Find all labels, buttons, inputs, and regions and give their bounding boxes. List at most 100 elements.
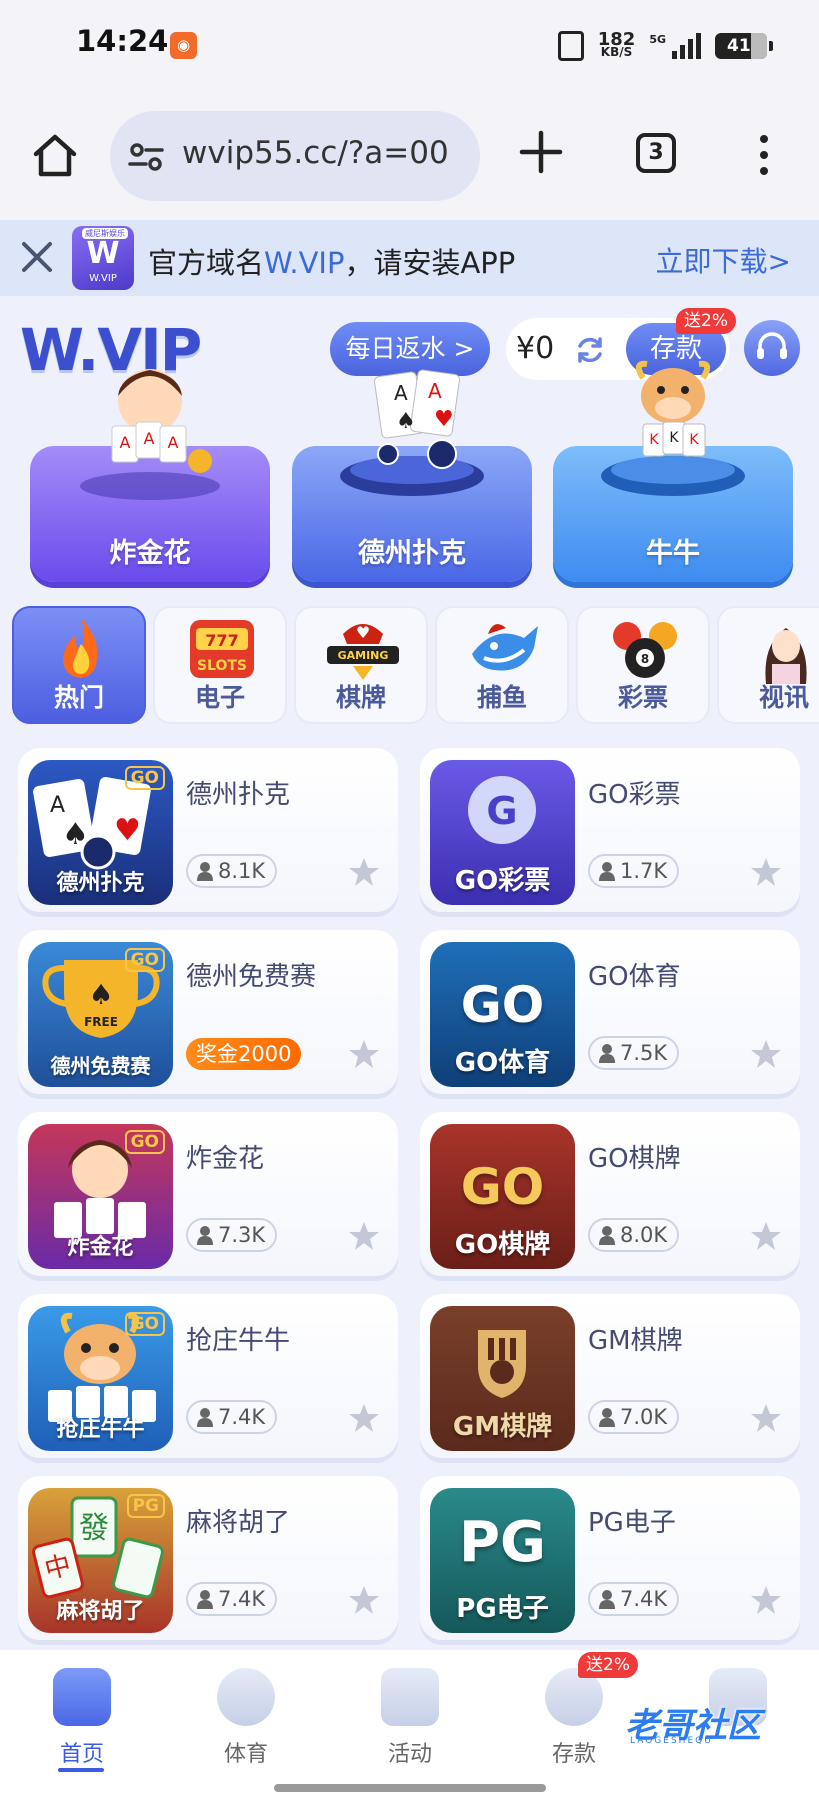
thumbnail-label: 抢庄牛牛: [56, 1417, 145, 1442]
user-icon: [197, 862, 213, 881]
game-name: GO彩票: [588, 780, 681, 810]
player-count: 8.0K: [588, 1218, 680, 1252]
game-name: 德州免费赛: [186, 962, 317, 992]
thumbnail-label: 德州扑克: [56, 871, 145, 896]
url-text[interactable]: wvip55.cc/?a=00: [182, 135, 472, 171]
game-thumbnail: GM棋牌: [430, 1306, 575, 1451]
svg-text:K: K: [669, 430, 679, 446]
game-name: GO棋牌: [588, 1144, 681, 1174]
featured-card-texas-holdem[interactable]: A A ♠ ♥ 德州扑克: [292, 369, 532, 582]
featured-label: 德州扑克: [358, 538, 466, 569]
tab-lottery[interactable]: 8 彩票: [576, 606, 710, 724]
watermark-logo: 老哥社区 LAOGESHEQU: [625, 1706, 761, 1746]
sports-ball-icon: [217, 1668, 275, 1726]
download-now-link[interactable]: 立即下载>: [656, 240, 791, 280]
game-card-texas-holdem[interactable]: A ♠ ♥ GO 德州扑克 德州扑克 8.1K: [18, 748, 398, 912]
game-card-mahjong-ways[interactable]: 發 中 PG 麻将胡了 麻将胡了 7.4K: [18, 1476, 398, 1640]
nav-home[interactable]: 首页: [22, 1660, 142, 1780]
game-card-zhajinhua[interactable]: GO 炸金花 炸金花 7.3K: [18, 1112, 398, 1276]
favorite-star-icon[interactable]: [750, 1584, 782, 1616]
tab-slots[interactable]: 777 SLOTS 电子: [153, 606, 287, 724]
svg-text:A: A: [428, 379, 442, 403]
featured-games: A A A 炸金花 A A ♠ ♥ 德州扑克 K K K 牛牛: [0, 346, 819, 636]
home-icon[interactable]: [30, 130, 80, 180]
featured-card-niuniu[interactable]: K K K 牛牛: [553, 360, 793, 582]
site-settings-icon[interactable]: [128, 141, 164, 173]
svg-text:發: 發: [79, 1511, 109, 1546]
category-tabs: 热门 777 SLOTS 电子 ♥ GAMING 棋牌 捕鱼 8 彩票 视讯: [12, 606, 819, 728]
featured-card-zhajinhua[interactable]: A A A 炸金花: [30, 369, 270, 582]
favorite-star-icon[interactable]: [750, 856, 782, 888]
tab-hot[interactable]: 热门: [12, 606, 146, 724]
game-thumbnail: G GO彩票: [430, 760, 575, 905]
shark-icon: [472, 624, 538, 671]
live-dealer-icon: [765, 628, 807, 684]
game-thumbnail: GO 抢庄牛牛: [28, 1306, 173, 1451]
favorite-star-icon[interactable]: [348, 1220, 380, 1252]
tab-label: 捕鱼: [476, 683, 527, 712]
browser-toolbar: wvip55.cc/?a=00 3: [0, 95, 819, 220]
game-thumbnail: GO GO棋牌: [430, 1124, 575, 1269]
new-tab-icon[interactable]: [518, 129, 564, 175]
game-thumbnail: GO 炸金花: [28, 1124, 173, 1269]
thumbnail-label: 炸金花: [67, 1235, 134, 1260]
provider-tag: GO: [124, 766, 165, 790]
thumbnail-logo: PG: [458, 1510, 546, 1575]
provider-tag: GO: [124, 1130, 165, 1154]
user-icon: [599, 1590, 615, 1609]
favorite-star-icon[interactable]: [750, 1038, 782, 1070]
free-text: FREE: [84, 1015, 118, 1029]
svg-text:A: A: [168, 433, 179, 452]
browser-menu-icon[interactable]: [756, 135, 772, 181]
slots-icon: 777 SLOTS: [190, 620, 254, 678]
nav-activities[interactable]: 活动: [350, 1660, 470, 1780]
game-card-go-lottery[interactable]: G GO彩票 GO彩票 1.7K: [420, 748, 800, 912]
status-indicators: 182 KB/S 5G 41: [557, 28, 773, 64]
user-icon: [197, 1408, 213, 1427]
game-card-go-sports[interactable]: GO GO体育 GO体育 7.5K: [420, 930, 800, 1094]
svg-text:A: A: [144, 429, 155, 448]
game-card-gm-chess-cards[interactable]: GM棋牌 GM棋牌 7.0K: [420, 1294, 800, 1458]
tab-fishing[interactable]: 捕鱼: [435, 606, 569, 724]
poker-cards-icon: A A ♠ ♥: [340, 369, 484, 496]
game-name: GM棋牌: [588, 1326, 683, 1356]
tab-chess-cards[interactable]: ♥ GAMING 棋牌: [294, 606, 428, 724]
game-name: GO体育: [588, 962, 681, 992]
user-icon: [197, 1590, 213, 1609]
cards-gaming-icon: ♥ GAMING: [327, 623, 399, 680]
svg-text:♥: ♥: [114, 813, 141, 848]
favorite-star-icon[interactable]: [348, 1402, 380, 1434]
svg-text:♥: ♥: [434, 407, 454, 432]
favorite-star-icon[interactable]: [348, 856, 380, 888]
player-count: 7.0K: [588, 1400, 680, 1434]
home-indicator[interactable]: [274, 1784, 546, 1792]
svg-text:777: 777: [205, 631, 238, 650]
address-bar[interactable]: wvip55.cc/?a=00: [110, 111, 480, 201]
nav-sports[interactable]: 体育: [186, 1660, 306, 1780]
game-card-pg-slots[interactable]: PG PG电子 PG电子 7.4K: [420, 1476, 800, 1640]
game-card-texas-free-tournament[interactable]: ♠ FREE GO 德州免费赛 德州免费赛 奖金2000: [18, 930, 398, 1094]
close-icon[interactable]: [18, 238, 56, 276]
bottom-navigation: 首页 体育 活动 存款 送2% 老哥社区 LAOGESHEQU: [0, 1650, 819, 1800]
player-count: 8.1K: [186, 854, 278, 888]
favorite-star-icon[interactable]: [750, 1402, 782, 1434]
tab-switcher-button[interactable]: 3: [636, 133, 676, 173]
svg-text:SLOTS: SLOTS: [197, 658, 247, 674]
thumbnail-logo: GO: [460, 976, 545, 1034]
lottery-balls-icon: 8: [613, 622, 677, 678]
favorite-star-icon[interactable]: [750, 1220, 782, 1252]
thumbnail-label: 德州免费赛: [50, 1054, 151, 1078]
favorite-star-icon[interactable]: [348, 1038, 380, 1070]
svg-text:A: A: [50, 793, 65, 818]
user-icon: [197, 1226, 213, 1245]
tab-label: 彩票: [617, 683, 668, 712]
notification-app-icon: ◉: [170, 32, 197, 59]
favorite-star-icon[interactable]: [348, 1584, 380, 1616]
game-card-go-chess-cards[interactable]: GO GO棋牌 GO棋牌 8.0K: [420, 1112, 800, 1276]
network-speed: 182 KB/S: [597, 29, 636, 59]
player-count: 7.3K: [186, 1218, 278, 1252]
tab-label: 视讯: [758, 683, 809, 712]
svg-text:♠: ♠: [88, 978, 113, 1011]
tab-live-video[interactable]: 视讯: [717, 606, 819, 724]
game-card-qiangzhuang-niuniu[interactable]: GO 抢庄牛牛 抢庄牛牛 7.4K: [18, 1294, 398, 1458]
